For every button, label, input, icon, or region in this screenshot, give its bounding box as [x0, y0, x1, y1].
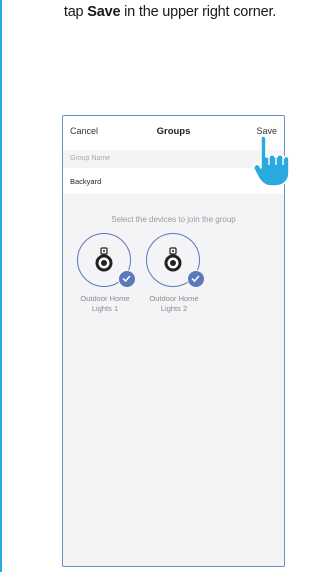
outdoor-light-icon: [164, 247, 182, 272]
group-name-field[interactable]: Backyard: [63, 168, 284, 194]
device-item-2[interactable]: Outdoor Home Lights 2: [140, 233, 210, 333]
device-name: Outdoor Home Lights 2: [138, 294, 210, 314]
device-name-line2: Lights 2: [160, 304, 188, 313]
phone-screen: Cancel Groups Save Group Name Backyard S…: [62, 115, 285, 567]
device-circle[interactable]: [146, 233, 205, 288]
instruction-suffix: in the upper right corner.: [120, 4, 277, 20]
device-item-1[interactable]: Outdoor Home Lights 1: [71, 233, 141, 333]
select-devices-prompt: Select the devices to join the group: [111, 215, 236, 224]
device-circle[interactable]: [77, 233, 136, 288]
nav-bar: Cancel Groups Save: [63, 116, 284, 150]
outdoor-light-icon: [95, 247, 113, 272]
group-name-value[interactable]: Backyard: [70, 177, 101, 186]
checkmark-icon: [118, 270, 136, 288]
device-name-line1: Outdoor Home: [149, 294, 199, 303]
device-name-line2: Lights 1: [91, 304, 119, 313]
instruction-bold: Save: [87, 4, 121, 20]
instruction-text: tap Save in the upper right corner.: [64, 4, 276, 20]
instruction-prefix: tap: [63, 4, 88, 20]
checkmark-icon: [187, 270, 205, 288]
page-title: Groups: [156, 126, 191, 137]
device-name: Outdoor Home Lights 1: [69, 294, 141, 314]
page: tap Save in the upper right corner. Canc…: [0, 0, 329, 572]
page-edge-rule: [0, 0, 2, 572]
pointing-hand-icon: [253, 135, 290, 187]
group-name-label: Group Name: [70, 155, 111, 162]
device-name-line1: Outdoor Home: [80, 294, 130, 303]
